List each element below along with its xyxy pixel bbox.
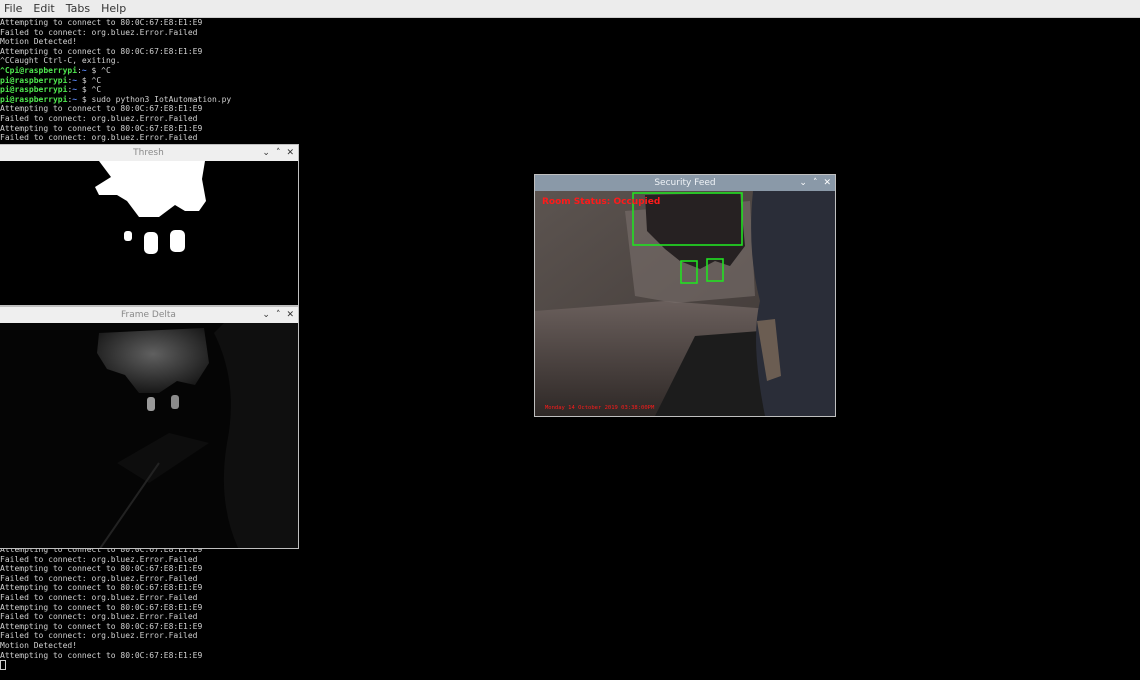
terminal-line: Failed to connect: org.bluez.Error.Faile…	[0, 114, 231, 124]
frame-delta-window[interactable]: Frame Delta ⌄ ˄ ✕	[0, 306, 299, 549]
prompt-user: pi@raspberrypi	[0, 85, 68, 95]
output-text: Motion Detected!	[0, 640, 78, 650]
output-text: Attempting to connect to 80:0C:67:E8:E1:…	[0, 583, 203, 593]
terminal-top-output: Attempting to connect to 80:0C:67:E8:E1:…	[0, 18, 231, 143]
terminal-line: Attempting to connect to 80:0C:67:E8:E1:…	[0, 18, 231, 28]
timestamp-overlay: Monday 14 October 2019 03:38:00PM	[545, 405, 655, 411]
frame-delta-title: Frame Delta	[121, 310, 176, 320]
cursor-icon	[0, 660, 6, 671]
prompt-command: $ ^C	[77, 75, 102, 85]
terminal-cursor-line[interactable]	[0, 660, 202, 671]
terminal-line: Attempting to connect to 80:0C:67:E8:E1:…	[0, 124, 231, 134]
thresh-title: Thresh	[133, 148, 164, 158]
terminal-line: Failed to connect: org.bluez.Error.Faile…	[0, 133, 231, 143]
output-text: Failed to connect: org.bluez.Error.Faile…	[0, 554, 198, 564]
terminal-line: Attempting to connect to 80:0C:67:E8:E1:…	[0, 47, 231, 57]
maximize-icon[interactable]: ˄	[276, 310, 281, 320]
close-icon[interactable]: ✕	[286, 148, 294, 158]
prompt-command: $ ^C	[86, 65, 111, 75]
security-feed-window[interactable]: Security Feed ⌄ ˄ ✕ Room Status: Occupie…	[534, 174, 836, 417]
terminal-line: ^Cpi@raspberrypi:~ $ ^C	[0, 66, 231, 76]
terminal-bottom-output: Attempting to connect to 80:0C:67:E8:E1:…	[0, 545, 202, 671]
output-text: Motion Detected!	[0, 37, 78, 47]
close-icon[interactable]: ✕	[286, 310, 294, 320]
frame-delta-graphic	[0, 323, 298, 548]
terminal-line: Failed to connect: org.bluez.Error.Faile…	[0, 574, 202, 584]
thresh-window[interactable]: Thresh ⌄ ˄ ✕	[0, 144, 299, 306]
security-feed-graphic	[535, 191, 835, 416]
minimize-icon[interactable]: ⌄	[262, 310, 270, 320]
terminal-line: Attempting to connect to 80:0C:67:E8:E1:…	[0, 104, 231, 114]
output-text: Failed to connect: org.bluez.Error.Faile…	[0, 573, 198, 583]
output-text: Attempting to connect to 80:0C:67:E8:E1:…	[0, 18, 203, 27]
terminal-line: Attempting to connect to 80:0C:67:E8:E1:…	[0, 564, 202, 574]
menu-file[interactable]: File	[0, 2, 29, 15]
thresh-titlebar[interactable]: Thresh ⌄ ˄ ✕	[0, 145, 298, 162]
output-text: Attempting to connect to 80:0C:67:E8:E1:…	[0, 564, 203, 574]
output-text: Attempting to connect to 80:0C:67:E8:E1:…	[0, 46, 203, 56]
terminal-line: pi@raspberrypi:~ $ sudo python3 IotAutom…	[0, 95, 231, 105]
output-text: Failed to connect: org.bluez.Error.Faile…	[0, 631, 198, 641]
output-text: Failed to connect: org.bluez.Error.Faile…	[0, 592, 198, 602]
terminal-line: Failed to connect: org.bluez.Error.Faile…	[0, 612, 202, 622]
output-text: Failed to connect: org.bluez.Error.Faile…	[0, 113, 198, 123]
output-text: Failed to connect: org.bluez.Error.Faile…	[0, 612, 198, 622]
prompt-command: $ sudo python3 IotAutomation.py	[77, 94, 232, 104]
terminal-line: Attempting to connect to 80:0C:67:E8:E1:…	[0, 651, 202, 661]
output-text: Failed to connect: org.bluez.Error.Faile…	[0, 133, 198, 143]
security-feed-image: Room Status: Occupied Monday 14 October …	[535, 191, 835, 416]
minimize-icon[interactable]: ⌄	[799, 178, 807, 188]
terminal-line: Attempting to connect to 80:0C:67:E8:E1:…	[0, 622, 202, 632]
security-feed-titlebar[interactable]: Security Feed ⌄ ˄ ✕	[535, 175, 835, 192]
output-text: Attempting to connect to 80:0C:67:E8:E1:…	[0, 650, 203, 660]
close-icon[interactable]: ✕	[823, 178, 831, 188]
prompt-user: pi@raspberrypi	[0, 94, 68, 104]
menu-tabs[interactable]: Tabs	[62, 2, 97, 15]
terminal-line: pi@raspberrypi:~ $ ^C	[0, 76, 231, 86]
menu-edit[interactable]: Edit	[29, 2, 61, 15]
terminal-line: Failed to connect: org.bluez.Error.Faile…	[0, 593, 202, 603]
prompt-user: ^Cpi@raspberrypi	[0, 65, 78, 75]
terminal-line: Attempting to connect to 80:0C:67:E8:E1:…	[0, 583, 202, 593]
room-status-overlay: Room Status: Occupied	[542, 197, 661, 207]
menu-help[interactable]: Help	[97, 2, 133, 15]
maximize-icon[interactable]: ˄	[276, 148, 281, 158]
output-text: Attempting to connect to 80:0C:67:E8:E1:…	[0, 621, 203, 631]
maximize-icon[interactable]: ˄	[813, 178, 818, 188]
terminal-line: Failed to connect: org.bluez.Error.Faile…	[0, 28, 231, 38]
terminal-line: Motion Detected!	[0, 37, 231, 47]
terminal-line: Failed to connect: org.bluez.Error.Faile…	[0, 555, 202, 565]
thresh-image	[0, 161, 298, 305]
menubar: File Edit Tabs Help	[0, 0, 1140, 18]
terminal-line: ^CCaught Ctrl-C, exiting.	[0, 56, 231, 66]
output-text: Attempting to connect to 80:0C:67:E8:E1:…	[0, 602, 203, 612]
prompt-user: pi@raspberrypi	[0, 75, 68, 85]
output-text: Failed to connect: org.bluez.Error.Faile…	[0, 27, 198, 37]
terminal-line: pi@raspberrypi:~ $ ^C	[0, 85, 231, 95]
output-text: Attempting to connect to 80:0C:67:E8:E1:…	[0, 104, 203, 114]
thresh-mask-graphic	[0, 161, 298, 305]
terminal-line: Failed to connect: org.bluez.Error.Faile…	[0, 631, 202, 641]
minimize-icon[interactable]: ⌄	[262, 148, 270, 158]
terminal-line: Motion Detected!	[0, 641, 202, 651]
frame-delta-image	[0, 323, 298, 548]
output-text: Attempting to connect to 80:0C:67:E8:E1:…	[0, 123, 203, 133]
frame-delta-titlebar[interactable]: Frame Delta ⌄ ˄ ✕	[0, 307, 298, 324]
output-text: ^CCaught Ctrl-C, exiting.	[0, 56, 121, 66]
terminal-line: Attempting to connect to 80:0C:67:E8:E1:…	[0, 603, 202, 613]
prompt-command: $ ^C	[77, 85, 102, 95]
security-feed-title: Security Feed	[654, 178, 716, 188]
